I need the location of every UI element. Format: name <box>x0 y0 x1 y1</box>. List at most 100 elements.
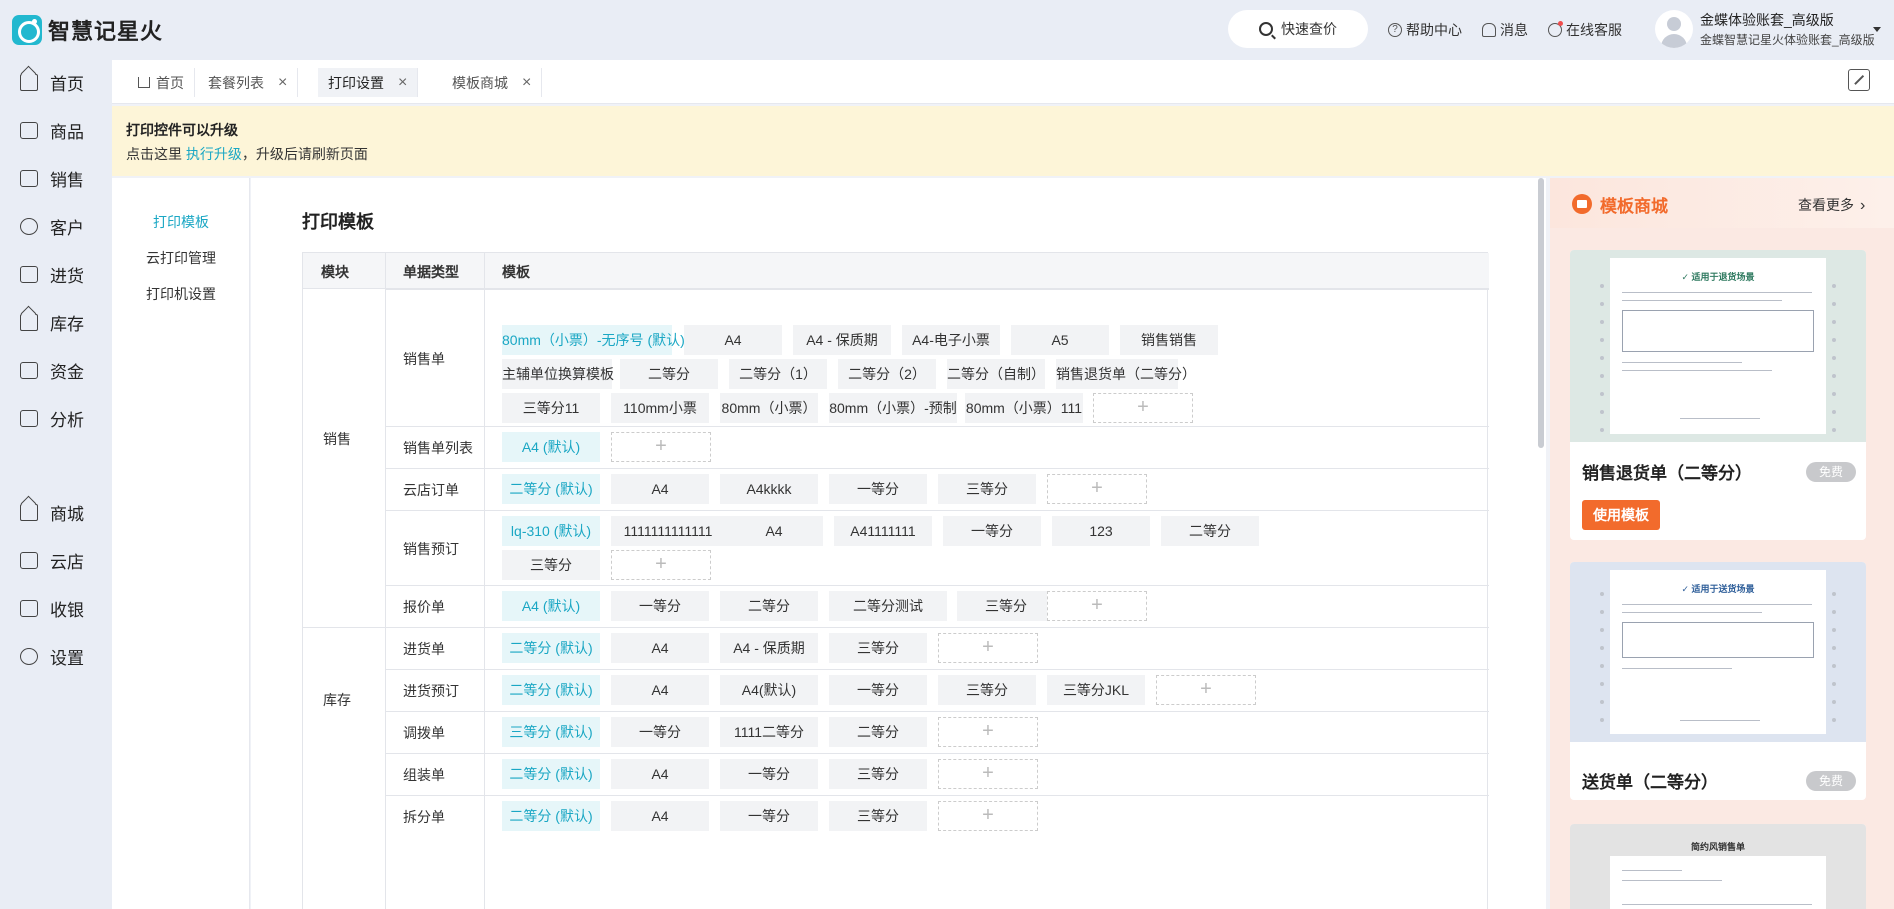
template-chip[interactable]: 三等分 <box>938 675 1036 705</box>
online-service-link[interactable]: 在线客服 <box>1548 20 1622 40</box>
sidebar-item-home[interactable]: 首页 <box>20 70 84 94</box>
close-icon[interactable]: × <box>278 74 287 92</box>
template-chip[interactable]: 二等分测试 <box>829 591 947 621</box>
default-template-chip[interactable]: 二等分 (默认) <box>502 801 600 831</box>
template-chip[interactable]: 一等分 <box>720 801 818 831</box>
default-template-chip[interactable]: lq-310 (默认) <box>502 516 600 546</box>
sidebar-item-cloud-store[interactable]: 云店 <box>20 548 84 572</box>
default-template-chip[interactable]: 三等分 (默认) <box>502 717 600 747</box>
template-chip[interactable]: A4 <box>611 759 709 789</box>
tab-package-list[interactable]: 套餐列表 × <box>198 68 299 97</box>
template-chip[interactable]: 三等分11 <box>502 393 600 423</box>
sidebar-item-products[interactable]: 商品 <box>20 118 84 142</box>
template-chip[interactable]: A4 <box>611 675 709 705</box>
template-chip[interactable]: 销售退货单（二等分） <box>1056 359 1196 389</box>
sidebar-item-mall[interactable]: 商城 <box>20 500 84 524</box>
scrollbar-thumb[interactable] <box>1538 178 1544 448</box>
template-chip[interactable]: A4 <box>611 633 709 663</box>
tab-template-mall[interactable]: 模板商城 × <box>442 68 543 97</box>
template-chip[interactable]: 一等分 <box>943 516 1041 546</box>
template-chip[interactable]: A4 <box>725 516 823 546</box>
template-chip[interactable]: A4kkkk <box>720 474 818 504</box>
template-chip[interactable]: A4 <box>684 325 782 355</box>
default-template-chip[interactable]: 二等分 (默认) <box>502 759 600 789</box>
sidebar-item-purchase[interactable]: 进货 <box>20 262 84 286</box>
add-template-button[interactable]: + <box>938 801 1038 831</box>
tab-print-settings[interactable]: 打印设置 × <box>318 68 419 97</box>
add-template-button[interactable]: + <box>938 717 1038 747</box>
template-chip[interactable]: 一等分 <box>611 717 709 747</box>
quick-price-button[interactable]: 快速查价 <box>1228 10 1368 48</box>
template-chip[interactable]: 三等分 <box>957 591 1055 621</box>
default-template-chip[interactable]: 80mm（小票）-无序号 (默认) <box>502 325 685 355</box>
template-card[interactable]: 简约风销售单 <box>1570 824 1866 909</box>
sidebar-item-customers[interactable]: 客户 <box>20 214 84 238</box>
template-chip[interactable]: 110mm小票 <box>611 393 709 423</box>
template-chip[interactable]: 二等分 <box>1161 516 1259 546</box>
template-chip[interactable]: A4 <box>611 474 709 504</box>
template-chip[interactable]: 三等分 <box>829 633 927 663</box>
template-chip[interactable]: A41111111 <box>834 516 932 546</box>
template-chip[interactable]: 销售销售 <box>1120 325 1218 355</box>
add-template-button[interactable]: + <box>938 759 1038 789</box>
tab-home[interactable]: 首页 <box>128 68 195 97</box>
sidebar-item-analysis[interactable]: 分析 <box>20 406 84 430</box>
template-chip[interactable]: 三等分 <box>829 759 927 789</box>
template-chip[interactable]: A4(默认) <box>720 675 818 705</box>
add-template-button[interactable]: + <box>1047 591 1147 621</box>
template-card[interactable]: ✓ 适用于送货场景 送货单（二等分） 免费 <box>1570 562 1866 800</box>
add-template-button[interactable]: + <box>1156 675 1256 705</box>
template-chip[interactable]: 一等分 <box>829 675 927 705</box>
template-chip[interactable]: 二等分 <box>720 591 818 621</box>
template-chip[interactable]: 80mm（小票） <box>720 393 818 423</box>
template-chip[interactable]: 三等分 <box>502 550 600 580</box>
sidebar-item-inventory[interactable]: 库存 <box>20 310 84 334</box>
add-template-button[interactable]: + <box>938 633 1038 663</box>
template-chip[interactable]: 二等分（1） <box>729 359 827 389</box>
close-icon[interactable]: × <box>522 74 531 92</box>
add-template-button[interactable]: + <box>611 550 711 580</box>
avatar[interactable] <box>1655 10 1693 48</box>
sidebar-item-sales[interactable]: 销售 <box>20 166 84 190</box>
account-name[interactable]: 金蝶体验账套_高级版 <box>1700 10 1834 30</box>
template-chip[interactable]: 1111二等分 <box>720 717 818 747</box>
template-chip[interactable]: 二等分 <box>829 717 927 747</box>
sidebar-item-funds[interactable]: 资金 <box>20 358 84 382</box>
close-icon[interactable]: × <box>398 74 407 92</box>
default-template-chip[interactable]: A4 (默认) <box>502 591 600 621</box>
default-template-chip[interactable]: 二等分 (默认) <box>502 633 600 663</box>
template-chip[interactable]: A4 - 保质期 <box>720 633 818 663</box>
template-chip[interactable]: 80mm（小票）111 <box>965 393 1083 423</box>
fullscreen-icon[interactable] <box>1848 69 1870 91</box>
template-chip[interactable]: A4 <box>611 801 709 831</box>
default-template-chip[interactable]: 二等分 (默认) <box>502 675 600 705</box>
use-template-button[interactable]: 使用模板 <box>1582 500 1660 530</box>
template-chip[interactable]: 123 <box>1052 516 1150 546</box>
template-chip[interactable]: 三等分JKL <box>1047 675 1145 705</box>
template-chip[interactable]: A4-电子小票 <box>902 325 1000 355</box>
template-chip[interactable]: 80mm（小票）-预制 <box>829 393 957 423</box>
default-template-chip[interactable]: 二等分 (默认) <box>502 474 600 504</box>
add-template-button[interactable]: + <box>611 432 711 462</box>
template-chip[interactable]: A5 <box>1011 325 1109 355</box>
upgrade-link[interactable]: 执行升级 <box>186 146 242 162</box>
template-chip[interactable]: 1111111111111 <box>611 516 725 546</box>
sidebar-item-settings[interactable]: 设置 <box>20 644 84 668</box>
template-chip[interactable]: A4 - 保质期 <box>793 325 891 355</box>
template-chip[interactable]: 二等分（自制） <box>947 359 1045 389</box>
template-card[interactable]: ✓ 适用于退货场景 销售退货单（二等分） 免费 使用模板 <box>1570 250 1866 540</box>
subnav-cloud-print[interactable]: 云打印管理 <box>112 248 250 268</box>
subnav-print-templates[interactable]: 打印模板 <box>112 212 250 232</box>
subnav-printer-settings[interactable]: 打印机设置 <box>112 284 250 304</box>
add-template-button[interactable]: + <box>1093 393 1193 423</box>
template-chip[interactable]: 一等分 <box>611 591 709 621</box>
template-chip[interactable]: 三等分 <box>938 474 1036 504</box>
view-more-link[interactable]: 查看更多 <box>1798 195 1865 215</box>
template-chip[interactable]: 二等分 <box>620 359 718 389</box>
messages-link[interactable]: 消息 <box>1482 20 1528 40</box>
sidebar-item-cashier[interactable]: 收银 <box>20 596 84 620</box>
template-chip[interactable]: 主辅单位换算模板 <box>502 359 614 389</box>
add-template-button[interactable]: + <box>1047 474 1147 504</box>
template-chip[interactable]: 一等分 <box>720 759 818 789</box>
template-chip[interactable]: 二等分（2） <box>838 359 936 389</box>
